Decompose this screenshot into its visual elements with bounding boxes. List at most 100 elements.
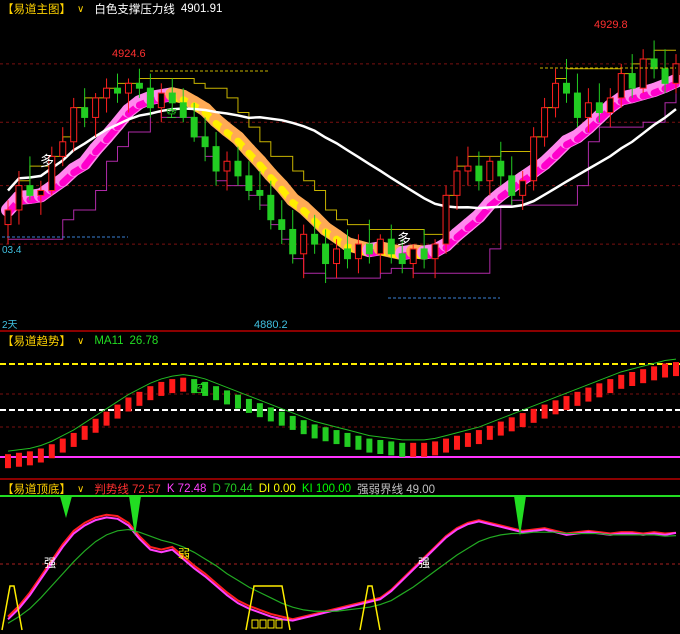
trend-bar: [541, 404, 548, 419]
candle: [37, 189, 45, 196]
candle: [300, 233, 308, 255]
trend-chart-svg[interactable]: 空: [0, 332, 680, 478]
trend-bar: [629, 372, 636, 386]
candle: [442, 194, 450, 245]
candle: [387, 238, 395, 255]
high-label-left: 4924.6: [112, 48, 146, 60]
candle: [508, 175, 516, 196]
trend-bar: [563, 396, 570, 411]
strong-mark-2: 强: [418, 556, 430, 570]
trend-bar: [464, 432, 471, 447]
trend-bar: [48, 444, 55, 459]
candle: [92, 97, 100, 118]
candle: [475, 165, 483, 182]
ribbon-inner: [661, 80, 680, 93]
trend-bar: [552, 400, 559, 415]
trend-bar: [300, 420, 307, 435]
candle: [453, 170, 461, 196]
trend-bar: [37, 448, 44, 463]
candle: [409, 248, 417, 265]
candle: [190, 116, 198, 138]
trend-bar: [267, 407, 274, 422]
candle: [486, 160, 494, 182]
trend-bar: [213, 386, 220, 401]
trend-bar: [410, 442, 417, 457]
top-signal-notch: [60, 496, 72, 518]
trend-bar: [5, 454, 11, 469]
candle: [289, 228, 297, 255]
candle: [146, 87, 154, 109]
low-label: 4880.2: [254, 319, 288, 330]
candle: [256, 189, 264, 196]
trend-bar: [15, 452, 22, 467]
signal-long-2: 多: [397, 231, 411, 247]
trend-bar: [234, 394, 241, 409]
candle: [333, 248, 341, 265]
trend-bar: [640, 369, 647, 384]
candle: [179, 102, 187, 118]
trend-bar: [224, 390, 231, 405]
candle: [541, 107, 549, 138]
trend-bar: [530, 408, 537, 423]
candle: [573, 92, 581, 118]
main-chart-panel[interactable]: 【易道主图】 ∨ 白色支撑压力线 4901.91 4924.6 4929.8 488…: [0, 0, 680, 330]
trend-signal-text: 空: [196, 381, 207, 395]
candle: [661, 68, 669, 84]
candle: [212, 146, 220, 172]
bottom-chart-svg[interactable]: 强强弱: [0, 480, 680, 634]
trend-bar: [366, 438, 373, 453]
trend-bar: [169, 379, 176, 394]
trend-bar: [596, 383, 603, 398]
trend-panel[interactable]: 【易道趋势】 ∨ MA11 26.78 空: [0, 332, 680, 478]
trend-bar: [311, 424, 318, 439]
strong-mark-1: 强: [44, 556, 56, 570]
trend-bar: [618, 374, 625, 389]
trend-bar: [70, 432, 77, 447]
trend-bar: [377, 440, 384, 454]
trend-bar: [497, 421, 504, 436]
bottom-block: [275, 619, 283, 629]
candle: [365, 243, 373, 255]
signal-short: 空: [166, 106, 177, 120]
trend-bar: [399, 442, 406, 457]
candle: [398, 253, 406, 265]
trend-bar: [180, 377, 187, 392]
trend-bar: [574, 391, 581, 406]
candle: [168, 92, 176, 104]
candle: [420, 248, 428, 260]
trend-bar: [136, 391, 143, 406]
candle: [519, 180, 527, 196]
trend-bar: [256, 403, 263, 418]
candle: [135, 82, 143, 89]
candle: [70, 107, 78, 143]
candle: [114, 87, 122, 94]
trend-bar: [486, 425, 493, 440]
main-chart-svg[interactable]: 4924.64929.84880.203.42天多多空: [0, 0, 680, 330]
trend-bar: [585, 387, 592, 402]
trend-bar: [421, 442, 428, 457]
trend-bar: [355, 435, 362, 450]
candle: [124, 82, 132, 94]
trend-bar: [333, 430, 340, 445]
trend-bar: [158, 381, 165, 396]
trend-bar: [278, 411, 285, 426]
candle: [103, 87, 111, 99]
trend-bar: [673, 362, 679, 377]
candle: [343, 248, 351, 260]
candle: [322, 243, 330, 265]
candle: [278, 219, 286, 230]
weak-mark: 弱: [178, 547, 190, 561]
series-K: [7, 516, 677, 622]
trend-bar: [651, 366, 658, 381]
trend-bar: [443, 438, 450, 453]
candle: [606, 97, 614, 114]
period-label: 2天: [2, 320, 18, 330]
left-level-label: 03.4: [2, 245, 22, 256]
bottom-panel[interactable]: 【易道顶底】 ∨ 判势线 72.57 K 72.48 D 70.44 DI 0.00 K…: [0, 480, 680, 634]
candle: [157, 92, 165, 109]
candle: [267, 194, 275, 221]
candle: [223, 160, 231, 172]
trend-bar: [662, 363, 669, 378]
trend-bar: [245, 398, 252, 413]
white-support-line: [7, 107, 677, 210]
